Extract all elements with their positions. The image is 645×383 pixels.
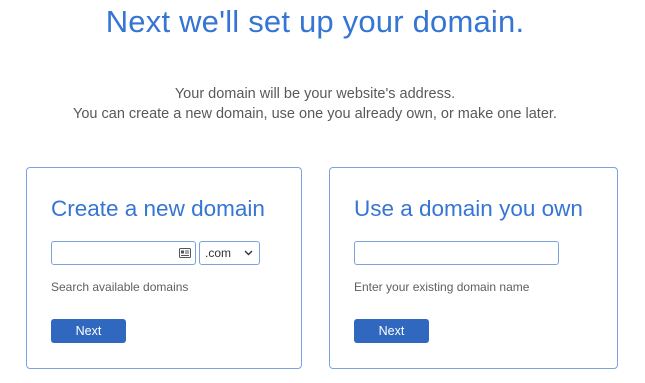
existing-domain-input[interactable] — [354, 241, 559, 265]
page-title: Next we'll set up your domain. — [105, 4, 525, 39]
create-new-domain-card: Create a new domain .com Search availabl… — [26, 167, 302, 369]
use-own-domain-card: Use a domain you own Enter your existing… — [329, 167, 618, 369]
intro-text-line1: Your domain will be your website's addre… — [174, 86, 456, 102]
existing-domain-helper-text: Enter your existing domain name — [354, 280, 530, 294]
new-domain-search-input[interactable] — [51, 241, 196, 265]
new-domain-next-button[interactable]: Next — [51, 319, 126, 343]
new-domain-helper-text: Search available domains — [51, 280, 189, 294]
domain-setup-page: Next we'll set up your domain. Your doma… — [0, 0, 645, 383]
create-new-domain-title: Create a new domain — [51, 196, 265, 221]
intro-text-line2: You can create a new domain, use one you… — [73, 106, 557, 122]
chevron-down-icon — [244, 250, 253, 256]
tld-selected-value: .com — [205, 246, 232, 260]
tld-select[interactable]: .com — [199, 241, 260, 265]
use-own-domain-title: Use a domain you own — [354, 196, 583, 221]
contact-card-icon[interactable] — [179, 248, 191, 258]
existing-domain-next-button[interactable]: Next — [354, 319, 429, 343]
